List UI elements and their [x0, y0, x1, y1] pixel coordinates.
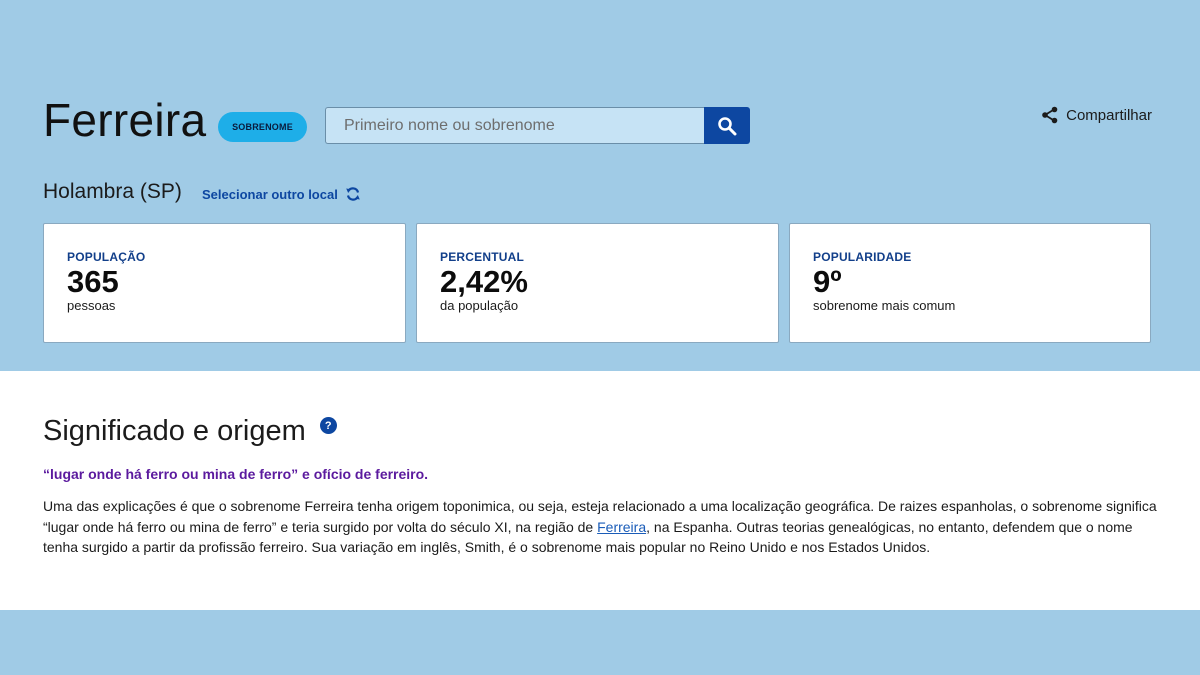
stat-sub: sobrenome mais comum: [813, 298, 956, 313]
stat-value: 9º: [813, 264, 842, 299]
ferreira-region-link[interactable]: Ferreira: [597, 519, 646, 535]
meaning-section: Significado e origem ? “lugar onde há fe…: [0, 371, 1200, 610]
stat-label: PERCENTUAL: [440, 250, 525, 264]
page-title: Ferreira: [43, 94, 207, 146]
current-location: Holambra (SP): [43, 180, 182, 203]
search-input[interactable]: [325, 107, 704, 144]
stat-sub: da população: [440, 298, 519, 313]
type-badge: SOBRENOME: [218, 112, 307, 142]
share-icon: [1042, 106, 1058, 124]
meaning-title-text: Significado e origem: [43, 415, 306, 447]
stat-label: POPULAÇÃO: [67, 250, 146, 264]
stat-value: 365: [67, 264, 119, 299]
stat-sub: pessoas: [67, 298, 116, 313]
refresh-icon: [346, 187, 360, 201]
share-label: Compartilhar: [1066, 106, 1152, 124]
search-icon: [718, 116, 737, 135]
stat-label: POPULARIDADE: [813, 250, 912, 264]
meaning-quote: “lugar onde há ferro ou mina de ferro” e…: [43, 466, 429, 482]
help-icon[interactable]: ?: [319, 417, 337, 434]
stat-card-percentage: PERCENTUAL 2,42% da população: [416, 223, 779, 343]
share-button[interactable]: Compartilhar: [1041, 106, 1152, 124]
hero-section: Ferreira SOBRENOME Compartilhar Holambra…: [0, 0, 1200, 371]
change-location-link[interactable]: Selecionar outro local: [202, 186, 361, 202]
meaning-title: Significado e origem ?: [43, 415, 337, 448]
meaning-paragraph: Uma das explicações é que o sobrenome Fe…: [43, 496, 1158, 558]
stat-card-popularity: POPULARIDADE 9º sobrenome mais comum: [789, 223, 1151, 343]
stat-card-population: POPULAÇÃO 365 pessoas: [43, 223, 406, 343]
stat-value: 2,42%: [440, 264, 528, 299]
change-location-label: Selecionar outro local: [202, 186, 338, 202]
search-button[interactable]: [704, 107, 750, 144]
